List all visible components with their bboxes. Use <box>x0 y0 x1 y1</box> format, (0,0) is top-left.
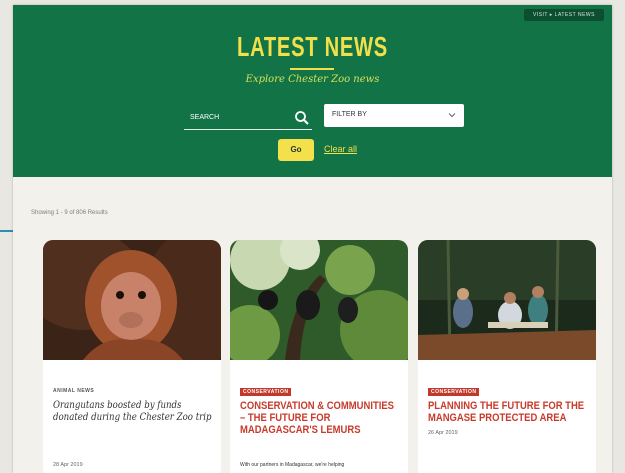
page-title: LATEST NEWS <box>237 31 388 62</box>
filter-dropdown[interactable]: FILTER BY <box>324 104 464 127</box>
card-title[interactable]: PLANNING THE FUTURE FOR THE MANGASE PROT… <box>428 400 588 424</box>
orangutan-photo <box>43 240 221 360</box>
news-card-mangase[interactable]: CONSERVATION PLANNING THE FUTURE FOR THE… <box>418 240 596 473</box>
card-category: ANIMAL NEWS <box>53 388 95 394</box>
news-card-lemurs[interactable]: CONSERVATION CONSERVATION & COMMUNITIES … <box>230 240 408 473</box>
results-count: Showing 1 - 9 of 806 Results <box>31 210 108 216</box>
browser-page: VISIT ▸ LATEST NEWS LATEST NEWS Explore … <box>13 5 612 473</box>
card-category: CONSERVATION <box>240 388 292 396</box>
search-box <box>184 107 312 130</box>
field-research-photo <box>418 240 596 360</box>
go-button[interactable]: Go <box>278 139 314 161</box>
hero-banner: VISIT ▸ LATEST NEWS LATEST NEWS Explore … <box>13 5 612 177</box>
card-date: 26 Apr 2019 <box>428 430 458 436</box>
card-title[interactable]: CONSERVATION & COMMUNITIES – THE FUTURE … <box>240 400 400 436</box>
news-card-orangutan[interactable]: ANIMAL NEWS Orangutans boosted by funds … <box>43 240 221 473</box>
search-input[interactable] <box>188 113 292 122</box>
search-icon[interactable] <box>294 110 310 126</box>
clear-all-link[interactable]: Clear all <box>324 144 357 154</box>
torn-edge-divider <box>13 165 612 177</box>
card-date: 28 Apr 2019 <box>53 462 83 468</box>
chevron-down-icon <box>448 113 456 118</box>
title-underline <box>290 68 334 70</box>
top-breadcrumb-button[interactable]: VISIT ▸ LATEST NEWS <box>523 9 604 21</box>
card-category: CONSERVATION <box>428 388 480 396</box>
card-title[interactable]: Orangutans boosted by funds donated duri… <box>53 400 213 424</box>
lemur-forest-photo <box>230 240 408 360</box>
filter-selected-value: FILTER BY <box>332 111 367 118</box>
page-subtitle: Explore Chester Zoo news <box>245 74 380 85</box>
card-description: With our partners in Madagascar, we're h… <box>240 462 345 468</box>
